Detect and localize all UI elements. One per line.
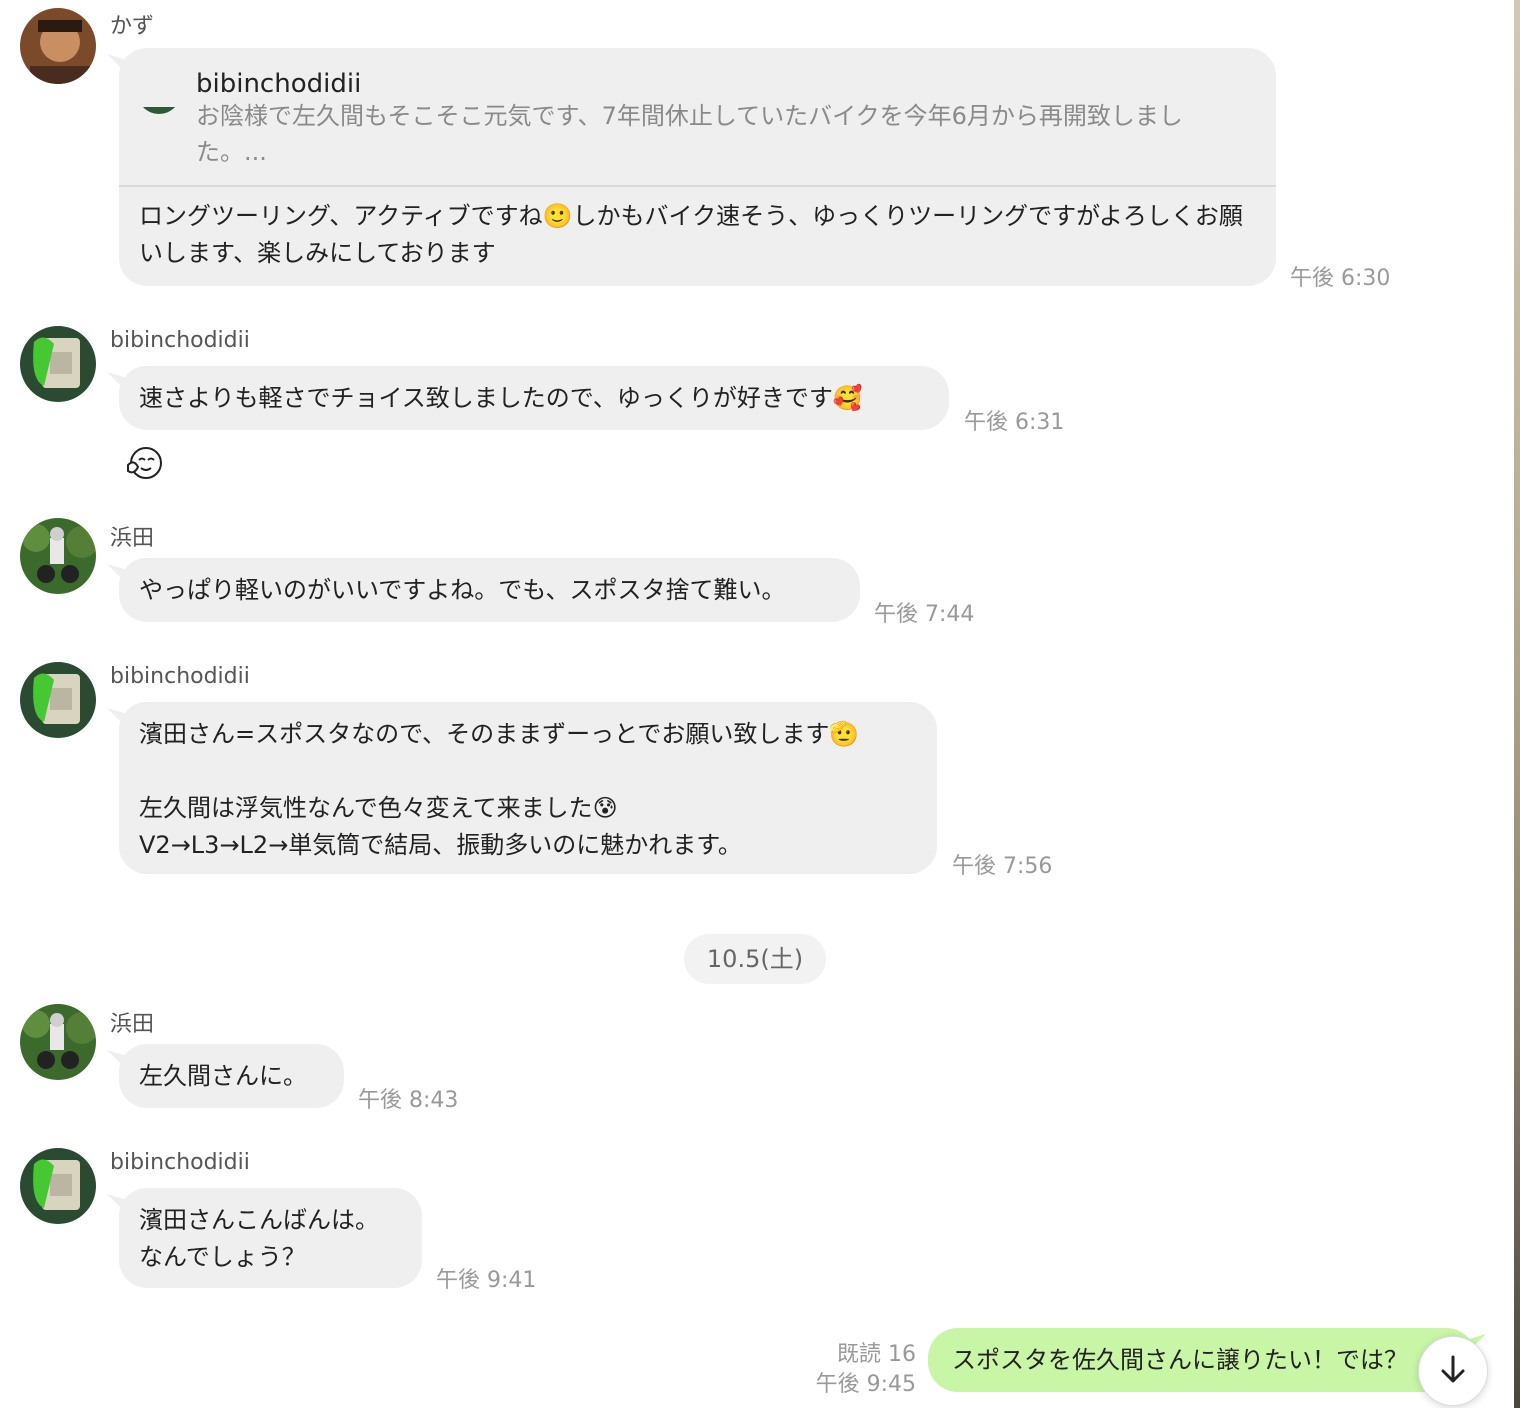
sender-name: 浜田	[110, 526, 155, 551]
avatar-hamada[interactable]	[20, 1004, 96, 1080]
sender-name: かず	[110, 14, 155, 39]
message-time: 午後 8:43	[358, 1088, 459, 1113]
message-bubble[interactable]: 濱田さん=スポスタなので、そのままずーっとでお願い致します🫡 左久間は浮気性なん…	[119, 702, 937, 874]
avatar-kazu[interactable]	[20, 8, 96, 84]
sender-name: bibinchodidii	[110, 664, 250, 689]
sender-name: 浜田	[110, 1012, 155, 1037]
message-time: 午後 6:30	[1290, 266, 1391, 291]
message-time: 午後 7:44	[874, 602, 975, 627]
arrow-down-icon	[1439, 1354, 1467, 1388]
message-bubble[interactable]: 左久間さんに。	[119, 1044, 344, 1108]
read-receipt: 既読 16	[837, 1342, 916, 1367]
hands-on-cheeks-face-reaction-icon[interactable]	[124, 445, 166, 485]
message-time: 午後 9:45	[815, 1372, 916, 1397]
message-text: ロングツーリング、アクティブですね🙂しかもバイク速そう、ゆっくりツーリングですが…	[139, 202, 1243, 267]
message-time: 午後 9:41	[436, 1268, 537, 1293]
message-bubble[interactable]: 濱田さんこんばんは。 なんでしょう？	[119, 1188, 422, 1288]
sender-name: bibinchodidii	[110, 1150, 250, 1175]
window-edge	[1514, 0, 1520, 1408]
reply-snippet: お陰様で左久間もそこそこ元気です、7年間休止していたバイクを今年6月から再開致し…	[196, 102, 1183, 166]
message-time: 午後 7:56	[952, 854, 1053, 879]
avatar-bibinchodidii[interactable]	[20, 1148, 96, 1224]
own-message-bubble[interactable]: スポスタを佐久間さんに譲りたい！では？	[928, 1328, 1476, 1392]
message-bubble[interactable]: 速さよりも軽さでチョイス致しましたので、ゆっくりが好きです🥰	[119, 366, 949, 430]
avatar-bibinchodidii[interactable]	[20, 326, 96, 402]
reply-avatar	[137, 70, 181, 114]
date-separator: 10.5(土)	[684, 934, 826, 984]
quoted-reply[interactable]: bibinchodidii お陰様で左久間もそこそこ元気です、7年間休止していた…	[119, 48, 1276, 187]
sender-name: bibinchodidii	[110, 328, 250, 353]
message-time: 午後 6:31	[964, 410, 1065, 435]
message-bubble[interactable]: やっぱり軽いのがいいですよね。でも、スポスタ捨て難い。	[119, 558, 860, 622]
message-bubble-quote[interactable]: bibinchodidii お陰様で左久間もそこそこ元気です、7年間休止していた…	[119, 48, 1276, 286]
avatar-bibinchodidii[interactable]	[20, 662, 96, 738]
avatar-hamada[interactable]	[20, 518, 96, 594]
scroll-to-bottom-button[interactable]	[1418, 1336, 1488, 1406]
